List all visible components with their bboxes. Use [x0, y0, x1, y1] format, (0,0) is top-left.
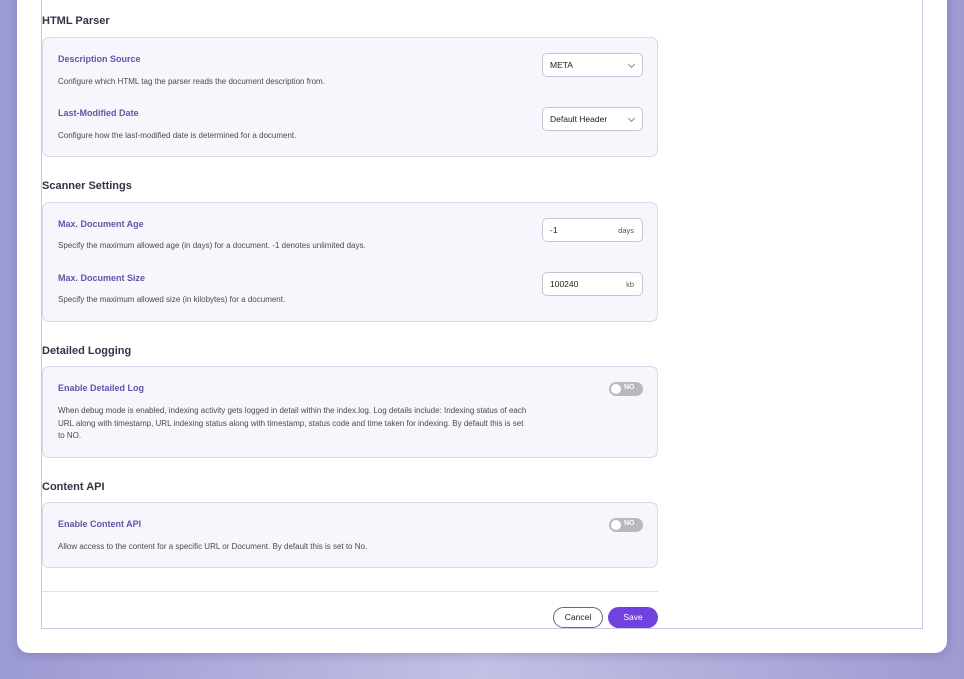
last-modified-value: Default Header — [550, 114, 608, 124]
content-api-desc: Allow access to the content for a specif… — [58, 542, 368, 551]
max-age-desc: Specify the maximum allowed age (in days… — [58, 241, 366, 250]
max-age-value: -1 — [550, 225, 558, 235]
detailed-log-label: Enable Detailed Log — [58, 383, 145, 393]
card-logging: Enable Detailed Log When debug mode is e… — [42, 366, 658, 458]
description-source-label: Description Source — [58, 54, 141, 64]
save-button[interactable]: Save — [608, 607, 658, 628]
max-size-unit: kb — [626, 280, 634, 289]
section-title-html-parser: HTML Parser — [42, 15, 110, 27]
card-html-parser: Description Source Configure which HTML … — [42, 37, 658, 157]
max-size-input[interactable]: 100240 kb — [542, 272, 643, 296]
max-size-value: 100240 — [550, 279, 579, 289]
card-scanner: Max. Document Age Specify the maximum al… — [42, 202, 658, 322]
cancel-button[interactable]: Cancel — [553, 607, 603, 628]
card-content-api: Enable Content API Allow access to the c… — [42, 502, 658, 568]
max-age-label: Max. Document Age — [58, 219, 144, 229]
max-size-desc: Specify the maximum allowed size (in kil… — [58, 295, 286, 304]
content-api-toggle[interactable]: NO — [609, 518, 643, 532]
max-age-input[interactable]: -1 days — [542, 218, 643, 242]
chevron-down-icon — [627, 114, 636, 123]
last-modified-label: Last-Modified Date — [58, 108, 139, 118]
footer-divider — [42, 591, 658, 592]
max-size-label: Max. Document Size — [58, 273, 146, 283]
section-title-scanner: Scanner Settings — [42, 180, 132, 192]
max-age-unit: days — [618, 226, 634, 235]
description-source-desc: Configure which HTML tag the parser read… — [58, 77, 325, 86]
section-title-logging: Detailed Logging — [42, 345, 132, 357]
last-modified-select[interactable]: Default Header — [542, 107, 643, 131]
detailed-log-toggle-text: NO — [624, 384, 635, 391]
last-modified-desc: Configure how the last-modified date is … — [58, 131, 297, 140]
description-source-value: META — [550, 60, 573, 70]
content-api-toggle-text: NO — [624, 520, 635, 527]
toggle-knob — [611, 384, 621, 394]
content-api-label: Enable Content API — [58, 519, 142, 529]
section-title-content-api: Content API — [42, 481, 105, 493]
detailed-log-desc-2: URL along with timestamp, URL indexing s… — [58, 418, 524, 428]
chevron-down-icon — [627, 60, 636, 69]
detailed-log-desc-3: to NO. — [58, 431, 82, 440]
detailed-log-toggle[interactable]: NO — [609, 382, 643, 396]
toggle-knob — [611, 520, 621, 530]
description-source-select[interactable]: META — [542, 53, 643, 77]
detailed-log-desc-1: When debug mode is enabled, indexing act… — [58, 406, 527, 415]
